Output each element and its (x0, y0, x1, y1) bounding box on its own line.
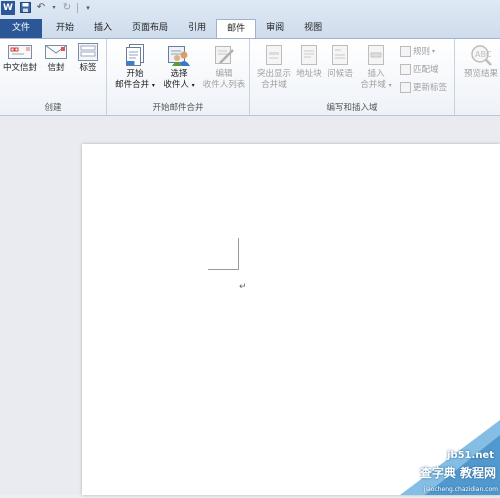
preview-results-icon: ABC (471, 45, 492, 66)
group-write-insert-fields: 突出显示 合并域 地址块 问候语 插入 合并域 ▾ 规则 ▾ 匹配域 更新标签 … (250, 39, 455, 115)
greeting-line-icon (332, 45, 348, 65)
undo-icon[interactable]: ↶ (35, 2, 47, 14)
chinese-envelope-label: 中文信封 (2, 63, 37, 73)
margin-corner-mark-horizontal (208, 269, 239, 270)
insert-merge-field-label-1: 插入 (367, 69, 385, 79)
highlight-merge-fields-label-1: 突出显示 (256, 69, 291, 79)
labels-label: 标签 (79, 63, 97, 73)
rules-dropdown-icon: ▾ (432, 47, 436, 55)
quick-access-toolbar: W ↶ ▾ ↻ ▾ (0, 0, 94, 16)
insert-merge-field-icon (368, 45, 384, 65)
insert-merge-field-dropdown-icon: ▾ (388, 82, 392, 89)
update-labels-icon (400, 81, 411, 93)
svg-text:ABC: ABC (475, 50, 492, 59)
redo-icon[interactable]: ↻ (61, 2, 73, 14)
watermark-domain: jb51.net (447, 450, 494, 461)
match-fields-icon (400, 63, 411, 75)
update-labels-label: 更新标签 (413, 83, 448, 93)
address-block-label: 地址块 (296, 69, 322, 79)
rules-button[interactable]: 规则 ▾ (400, 45, 435, 57)
chinese-envelope-button[interactable]: 中文信封 (2, 43, 38, 74)
watermark-url: jiaocheng.chazidian.com (423, 486, 498, 493)
preview-results-label: 预览结果 (463, 69, 498, 79)
insert-merge-field-label-2: 合并域 (360, 80, 386, 90)
tab-references[interactable]: 引用 (178, 19, 216, 38)
tab-review[interactable]: 审阅 (256, 19, 294, 38)
tab-view[interactable]: 视图 (294, 19, 332, 38)
tab-file[interactable]: 文件 (0, 19, 43, 38)
start-mail-merge-icon (126, 44, 144, 66)
tab-mailings[interactable]: 邮件 (216, 19, 257, 38)
start-mail-merge-label-1: 开始 (126, 69, 144, 79)
preview-results-button[interactable]: ABC 预览结果 (459, 43, 500, 80)
match-fields-button[interactable]: 匹配域 (400, 63, 439, 75)
qat-separator (77, 3, 78, 13)
rules-label: 规则 (413, 47, 431, 57)
watermark-site-name: 查字典 教程网 (419, 466, 496, 480)
group-preview: ABC 预览结果 (455, 39, 500, 115)
greeting-line-label: 问候语 (327, 69, 353, 79)
start-mail-merge-dropdown-icon: ▾ (151, 82, 155, 89)
edit-recipient-list-label-1: 编辑 (215, 69, 233, 79)
envelope-button[interactable]: 信封 (42, 43, 70, 74)
match-fields-label: 匹配域 (413, 65, 439, 75)
save-icon[interactable] (19, 2, 31, 14)
highlight-merge-fields-label-2: 合并域 (261, 80, 287, 90)
ribbon: 中文信封 信封 标签 创建 开始 邮件合并 ▾ 选择 收件人 ▾ 编辑 收件人列… (0, 38, 500, 116)
group-create: 中文信封 信封 标签 创建 (0, 39, 107, 115)
chinese-envelope-icon (8, 45, 32, 59)
select-recipients-label-1: 选择 (170, 69, 188, 79)
address-block-icon (301, 45, 317, 65)
rules-icon (400, 45, 411, 57)
undo-dropdown-icon[interactable]: ▾ (51, 2, 57, 14)
start-mail-merge-label-2: 邮件合并 (115, 80, 150, 90)
update-labels-button[interactable]: 更新标签 (400, 81, 447, 93)
group-create-label: 创建 (44, 103, 62, 113)
ribbon-tabs: 文件 开始 插入 页面布局 引用 邮件 审阅 视图 (0, 19, 332, 38)
select-recipients-dropdown-icon: ▾ (191, 82, 195, 89)
highlight-merge-fields-icon (266, 45, 282, 65)
insert-merge-field-button[interactable]: 插入 合并域 ▾ (356, 43, 396, 91)
customize-qat-icon[interactable]: ▾ (82, 2, 94, 14)
group-start-mail-merge: 开始 邮件合并 ▾ 选择 收件人 ▾ 编辑 收件人列表 开始邮件合并 (107, 39, 250, 115)
highlight-merge-fields-button[interactable]: 突出显示 合并域 (254, 43, 294, 91)
title-bar: W ↶ ▾ ↻ ▾ 文件 开始 插入 页面布局 引用 邮件 审阅 视图 (0, 0, 500, 38)
labels-button[interactable]: 标签 (74, 43, 102, 74)
edit-recipient-list-label-2: 收件人列表 (202, 80, 246, 90)
envelope-icon (45, 45, 67, 59)
paragraph-mark: ↵ (239, 282, 247, 292)
margin-corner-mark-vertical (238, 238, 239, 270)
group-start-mail-merge-label: 开始邮件合并 (152, 103, 204, 113)
envelope-label: 信封 (47, 63, 65, 73)
group-write-insert-label: 编写和插入域 (326, 103, 378, 113)
edit-recipient-list-icon (215, 46, 234, 64)
tab-home[interactable]: 开始 (42, 19, 84, 38)
word-app-icon[interactable]: W (1, 1, 15, 15)
tab-page-layout[interactable]: 页面布局 (122, 19, 178, 38)
select-recipients-icon (168, 46, 190, 66)
greeting-line-button[interactable]: 问候语 (325, 43, 355, 80)
labels-icon (78, 43, 98, 61)
watermark: jb51.net 查字典 教程网 jiaocheng.chazidian.com (380, 420, 500, 495)
address-block-button[interactable]: 地址块 (294, 43, 324, 80)
select-recipients-button[interactable]: 选择 收件人 ▾ (159, 43, 199, 91)
start-mail-merge-button[interactable]: 开始 邮件合并 ▾ (113, 43, 157, 91)
edit-recipient-list-button[interactable]: 编辑 收件人列表 (199, 43, 249, 91)
document-canvas: ↵ jb51.net 查字典 教程网 jiaocheng.chazidian.c… (0, 116, 500, 495)
select-recipients-label-2: 收件人 (163, 80, 189, 90)
tab-insert[interactable]: 插入 (84, 19, 122, 38)
